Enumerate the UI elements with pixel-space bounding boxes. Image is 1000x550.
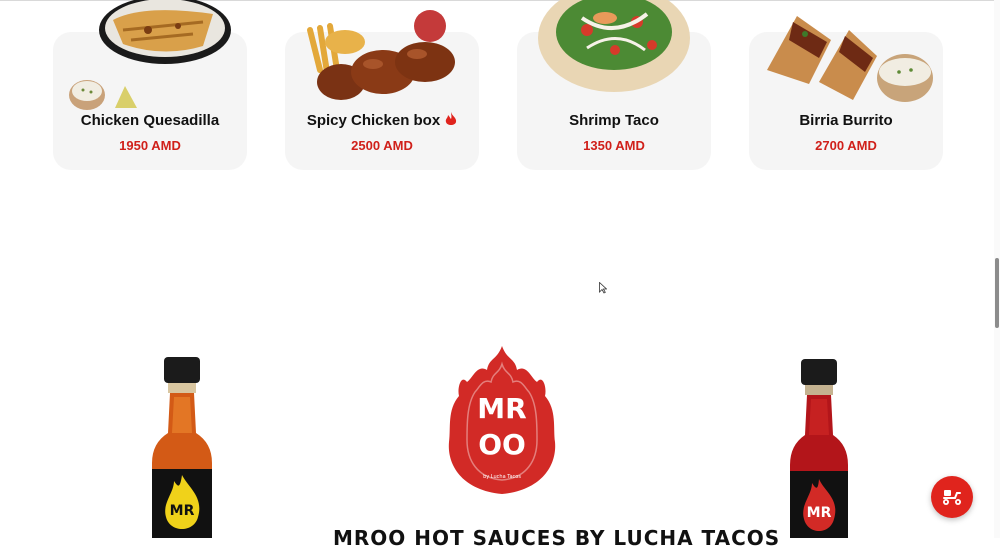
bottle-label-text: MR <box>807 505 832 521</box>
product-card-chicken-quesadilla[interactable]: Chicken Quesadilla 1950 AMD <box>53 0 247 170</box>
product-name: Spicy Chicken box <box>306 112 441 129</box>
bottle-label-text: MR <box>170 503 195 519</box>
mouse-cursor-icon <box>599 281 608 299</box>
spicy-fire-icon <box>445 112 457 131</box>
product-name: Birria Burrito <box>799 112 893 129</box>
logo-tagline: by Lucha Tacos <box>483 474 521 480</box>
product-price: 1950 AMD <box>119 138 181 153</box>
hot-sauce-bottle-red: MR <box>786 359 852 543</box>
hot-sauce-bottle-yellow: MR <box>146 357 218 543</box>
product-price: 2500 AMD <box>351 138 413 153</box>
chicken-quesadilla-image <box>53 0 247 110</box>
product-name: Shrimp Taco <box>569 112 659 129</box>
spicy-chicken-box-image <box>285 0 479 110</box>
mroo-logo: MR OO by Lucha Tacos <box>447 344 557 496</box>
product-name-row: Spicy Chicken box <box>285 112 479 131</box>
scooter-icon <box>943 490 961 505</box>
product-card-shrimp-taco[interactable]: Shrimp Taco 1350 AMD <box>517 0 711 170</box>
product-name: Chicken Quesadilla <box>80 112 220 129</box>
logo-text-top: MR <box>477 392 526 425</box>
product-card-spicy-chicken-box[interactable]: Spicy Chicken box 2500 AMD <box>285 10 479 170</box>
sauces-section-title: MROO HOT SAUCES BY LUCHA TACOS <box>333 526 781 550</box>
birria-burrito-image <box>749 0 943 110</box>
product-card-birria-burrito[interactable]: Birria Burrito 2700 AMD <box>749 16 943 170</box>
scrollbar-thumb[interactable] <box>995 258 999 328</box>
delivery-button[interactable] <box>931 476 973 518</box>
scrollbar[interactable] <box>994 0 1000 538</box>
shrimp-taco-image <box>517 0 711 110</box>
product-price: 1350 AMD <box>583 138 645 153</box>
logo-text-bottom: OO <box>478 428 526 461</box>
product-price: 2700 AMD <box>815 138 877 153</box>
